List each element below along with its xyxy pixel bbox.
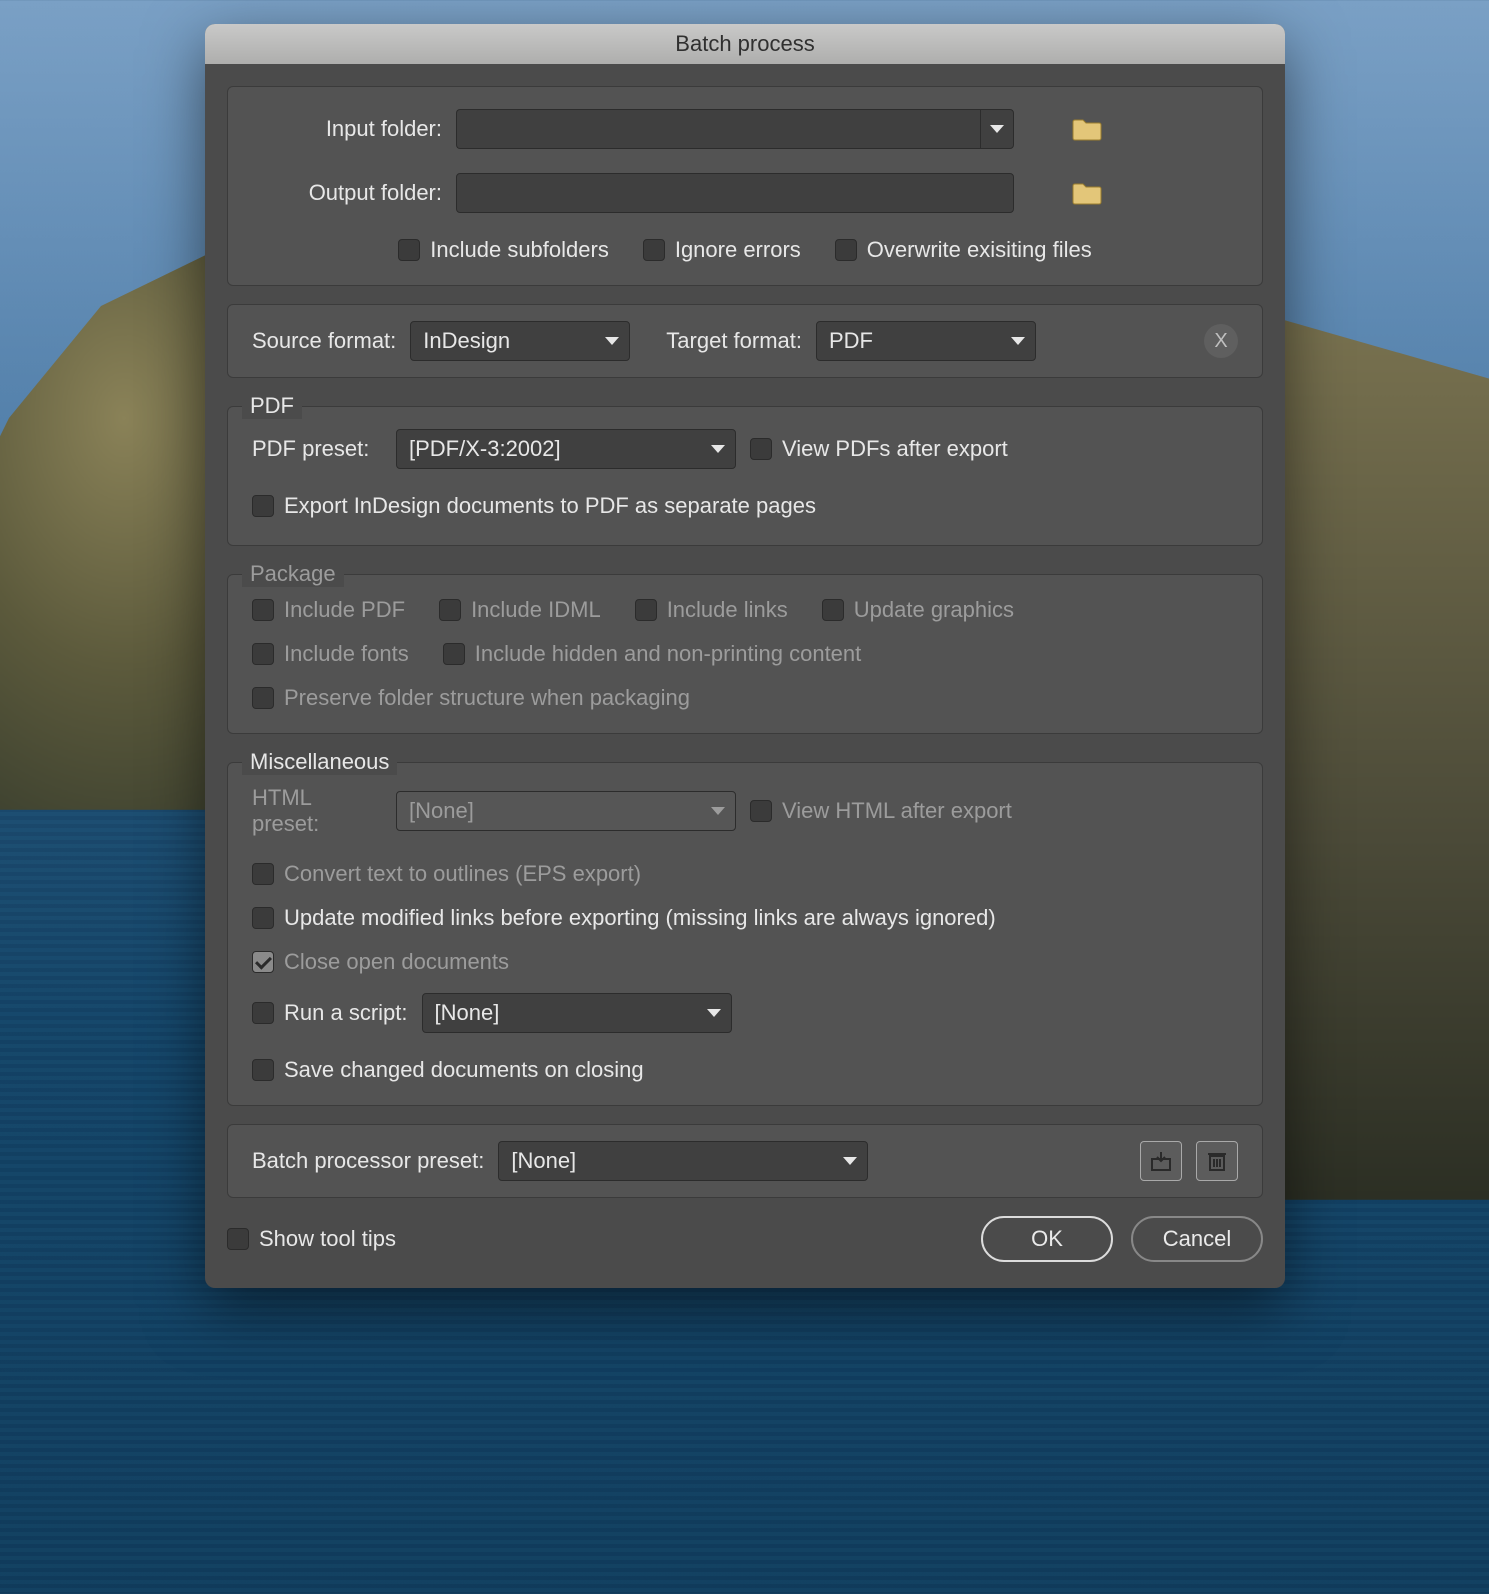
misc-panel: Miscellaneous HTML preset: [None] View H… [227, 762, 1263, 1106]
package-panel: Package Include PDF Include IDML Include… [227, 574, 1263, 734]
target-format-dropdown[interactable]: PDF [816, 321, 1036, 361]
source-format-label: Source format: [252, 328, 396, 354]
run-script-dropdown[interactable]: [None] [422, 993, 732, 1033]
delete-preset-button[interactable] [1196, 1141, 1238, 1181]
save-preset-button[interactable] [1140, 1141, 1182, 1181]
clear-target-button[interactable]: X [1204, 324, 1238, 358]
target-format-label: Target format: [666, 328, 802, 354]
package-legend: Package [242, 561, 344, 587]
html-preset-label: HTML preset: [252, 785, 382, 837]
pdf-preset-dropdown[interactable]: [PDF/X-3:2002] [396, 429, 736, 469]
overwrite-files-checkbox[interactable]: Overwrite exisiting files [835, 237, 1092, 263]
chevron-down-icon [711, 807, 725, 815]
save-changed-checkbox[interactable]: Save changed documents on closing [252, 1057, 644, 1083]
convert-outlines-checkbox: Convert text to outlines (EPS export) [252, 861, 641, 887]
pdf-panel: PDF PDF preset: [PDF/X-3:2002] View PDFs… [227, 406, 1263, 546]
pdf-legend: PDF [242, 393, 302, 419]
update-graphics-checkbox: Update graphics [822, 597, 1014, 623]
batch-preset-dropdown[interactable]: [None] [498, 1141, 868, 1181]
preserve-structure-checkbox: Preserve folder structure when packaging [252, 685, 690, 711]
chevron-down-icon [711, 445, 725, 453]
browse-input-folder-icon[interactable] [1072, 117, 1102, 141]
batch-preset-label: Batch processor preset: [252, 1148, 484, 1174]
input-folder-dropdown-button[interactable] [980, 109, 1014, 149]
chevron-down-icon [1011, 337, 1025, 345]
window-title: Batch process [675, 31, 814, 57]
export-separate-pages-checkbox[interactable]: Export InDesign documents to PDF as sepa… [252, 493, 816, 519]
folders-panel: Input folder: Output folder: In [227, 86, 1263, 286]
output-folder-field[interactable] [456, 173, 1014, 213]
browse-output-folder-icon[interactable] [1072, 181, 1102, 205]
update-links-checkbox[interactable]: Update modified links before exporting (… [252, 905, 996, 931]
trash-icon [1207, 1150, 1227, 1172]
save-icon [1150, 1150, 1172, 1172]
input-folder-combo[interactable] [456, 109, 1014, 149]
cancel-button[interactable]: Cancel [1131, 1216, 1263, 1262]
include-subfolders-checkbox[interactable]: Include subfolders [398, 237, 609, 263]
view-html-checkbox: View HTML after export [750, 798, 1012, 824]
run-script-checkbox[interactable]: Run a script: [252, 1000, 408, 1026]
pdf-preset-label: PDF preset: [252, 436, 382, 462]
ignore-errors-checkbox[interactable]: Ignore errors [643, 237, 801, 263]
preset-panel: Batch processor preset: [None] [227, 1124, 1263, 1198]
chevron-down-icon [843, 1157, 857, 1165]
view-pdfs-checkbox[interactable]: View PDFs after export [750, 436, 1008, 462]
batch-process-dialog: Batch process Input folder: Output folde… [205, 24, 1285, 1288]
include-hidden-checkbox: Include hidden and non-printing content [443, 641, 862, 667]
include-fonts-checkbox: Include fonts [252, 641, 409, 667]
show-tool-tips-checkbox[interactable]: Show tool tips [227, 1226, 396, 1252]
chevron-down-icon [707, 1009, 721, 1017]
input-folder-field[interactable] [456, 109, 980, 149]
include-links-checkbox: Include links [635, 597, 788, 623]
ok-button[interactable]: OK [981, 1216, 1113, 1262]
window-titlebar: Batch process [205, 24, 1285, 64]
input-folder-label: Input folder: [252, 116, 442, 142]
close-open-docs-checkbox: Close open documents [252, 949, 509, 975]
include-pdf-checkbox: Include PDF [252, 597, 405, 623]
html-preset-dropdown: [None] [396, 791, 736, 831]
source-format-dropdown[interactable]: InDesign [410, 321, 630, 361]
output-folder-label: Output folder: [252, 180, 442, 206]
formats-panel: Source format: InDesign Target format: P… [227, 304, 1263, 378]
misc-legend: Miscellaneous [242, 749, 397, 775]
chevron-down-icon [605, 337, 619, 345]
include-idml-checkbox: Include IDML [439, 597, 601, 623]
